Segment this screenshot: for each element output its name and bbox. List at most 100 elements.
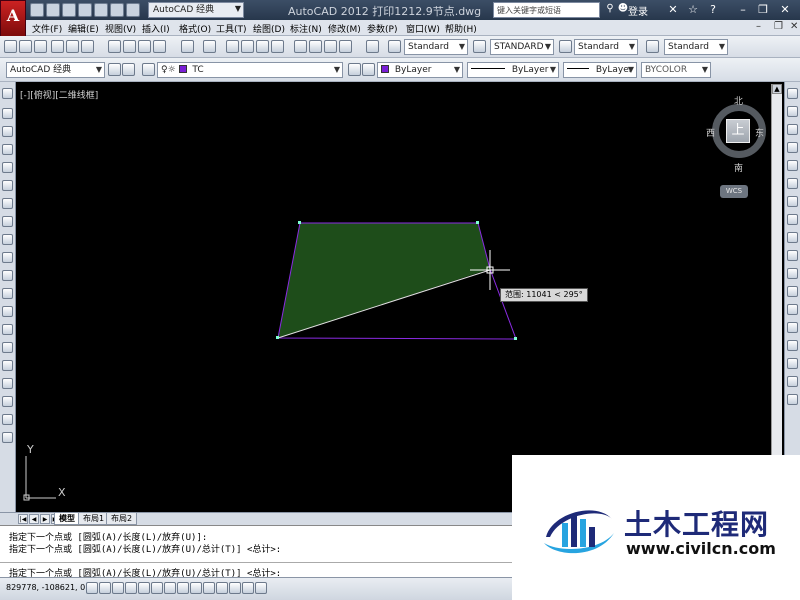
add-selected-icon[interactable]	[2, 432, 13, 443]
make-block-icon[interactable]	[2, 306, 13, 317]
join-icon[interactable]	[787, 322, 798, 333]
menu-file[interactable]: 文件(F)	[32, 22, 62, 35]
open-icon[interactable]	[46, 3, 60, 17]
doc-restore-icon[interactable]: ❐	[774, 21, 783, 32]
stretch-icon[interactable]	[787, 232, 798, 243]
restore-icon[interactable]: ❐	[756, 2, 770, 17]
search-icon[interactable]: ⚲	[604, 3, 616, 17]
help-icon[interactable]	[366, 40, 379, 53]
vertex-grip[interactable]	[276, 336, 279, 339]
viewport-controls-label[interactable]: [-][俯视][二维线框]	[20, 88, 98, 101]
zoom-realtime-icon[interactable]	[241, 40, 254, 53]
offset-icon[interactable]	[787, 142, 798, 153]
command-line-input[interactable]: 指定下一个点或 [圆弧(A)/长度(L)/放弃(U)/总计(T)] <总计>:	[0, 562, 512, 579]
workspace-switcher[interactable]: AutoCAD 经典 ▼	[148, 2, 244, 18]
blend-curves-icon[interactable]	[787, 376, 798, 387]
properties-icon[interactable]	[294, 40, 307, 53]
save-icon[interactable]	[34, 40, 47, 53]
insert-block-icon[interactable]	[2, 288, 13, 299]
point-icon[interactable]	[2, 324, 13, 335]
viewcube[interactable]: 上 北 南 东 西	[706, 94, 770, 174]
ortho-mode-icon[interactable]	[125, 582, 137, 594]
sheet-set-icon[interactable]	[339, 40, 352, 53]
mirror-icon[interactable]	[787, 124, 798, 135]
menu-format[interactable]: 格式(O)	[179, 22, 211, 35]
dynamic-input-icon[interactable]	[203, 582, 215, 594]
menu-view[interactable]: 视图(V)	[105, 22, 136, 35]
lineweight-select[interactable]: ByLayer ▼	[563, 62, 637, 78]
array-icon[interactable]	[787, 160, 798, 171]
star-icon[interactable]: ☆	[686, 2, 700, 17]
tab-layout2[interactable]: 布局2	[106, 513, 138, 525]
lock-icon[interactable]	[122, 63, 135, 76]
snap-mode-icon[interactable]	[99, 582, 111, 594]
dynamic-ucs-icon[interactable]	[190, 582, 202, 594]
line-icon[interactable]	[2, 88, 13, 99]
search-input[interactable]: 键入关键字或短语	[493, 2, 600, 18]
table-style-icon[interactable]	[559, 40, 572, 53]
lineweight-toggle-icon[interactable]	[216, 582, 228, 594]
mleader-style-icon[interactable]	[646, 40, 659, 53]
chamfer-icon[interactable]	[787, 340, 798, 351]
rotate-icon[interactable]	[787, 196, 798, 207]
polyline-icon[interactable]	[2, 126, 13, 137]
polygon-icon[interactable]	[2, 144, 13, 155]
vertex-grip[interactable]	[514, 337, 517, 340]
redo-icon[interactable]	[203, 40, 216, 53]
wcs-menu[interactable]: WCS	[720, 185, 748, 198]
gradient-icon[interactable]	[2, 360, 13, 371]
text-style-select[interactable]: Standard ▼	[404, 39, 468, 55]
minimize-icon[interactable]: –	[736, 2, 750, 17]
rectangle-icon[interactable]	[2, 162, 13, 173]
login-link[interactable]: 登录	[628, 3, 648, 18]
dim-style-icon[interactable]	[473, 40, 486, 53]
tool-palettes-icon[interactable]	[324, 40, 337, 53]
application-menu-button[interactable]: A	[0, 0, 26, 38]
selection-cycling-icon[interactable]	[255, 582, 267, 594]
workspace-settings-icon[interactable]	[108, 63, 121, 76]
vertex-grip[interactable]	[476, 221, 479, 224]
match-properties-icon[interactable]	[153, 40, 166, 53]
infer-constraints-icon[interactable]	[86, 582, 98, 594]
menu-edit[interactable]: 编辑(E)	[68, 22, 99, 35]
mtext-icon[interactable]	[2, 414, 13, 425]
compass-east[interactable]: 东	[755, 126, 764, 139]
menu-parametric[interactable]: 参数(P)	[367, 22, 397, 35]
polar-tracking-icon[interactable]	[138, 582, 150, 594]
object-snap-icon[interactable]	[151, 582, 163, 594]
ellipse-icon[interactable]	[2, 252, 13, 263]
qnew-icon[interactable]	[4, 40, 17, 53]
object-snap-tracking-icon[interactable]	[177, 582, 189, 594]
help-icon[interactable]: ?	[706, 2, 720, 17]
zoom-previous-icon[interactable]	[271, 40, 284, 53]
paste-icon[interactable]	[138, 40, 151, 53]
first-tab-icon[interactable]: |◀	[18, 514, 28, 524]
save-icon[interactable]	[62, 3, 76, 17]
menu-tools[interactable]: 工具(T)	[216, 22, 247, 35]
doc-close-icon[interactable]: ✕	[790, 21, 798, 32]
copy-icon[interactable]	[123, 40, 136, 53]
arc-icon[interactable]	[2, 180, 13, 191]
new-icon[interactable]	[30, 3, 44, 17]
extend-icon[interactable]	[787, 268, 798, 279]
ellipse-arc-icon[interactable]	[2, 270, 13, 281]
doc-minimize-icon[interactable]: –	[756, 21, 761, 32]
layer-properties-icon[interactable]	[142, 63, 155, 76]
pan-icon[interactable]	[226, 40, 239, 53]
break-icon[interactable]	[787, 304, 798, 315]
zoom-window-icon[interactable]	[256, 40, 269, 53]
layer-previous-icon[interactable]	[362, 63, 375, 76]
region-icon[interactable]	[2, 378, 13, 389]
explode-icon[interactable]	[787, 394, 798, 405]
spline-icon[interactable]	[2, 234, 13, 245]
grid-display-icon[interactable]	[112, 582, 124, 594]
vertical-scrollbar[interactable]: ▲ ▼	[771, 84, 782, 512]
drawing-canvas[interactable]	[16, 84, 771, 512]
revision-cloud-icon[interactable]	[2, 216, 13, 227]
undo-icon[interactable]	[181, 40, 194, 53]
menu-window[interactable]: 窗口(W)	[406, 22, 440, 35]
move-icon[interactable]	[787, 178, 798, 189]
menu-modify[interactable]: 修改(M)	[328, 22, 361, 35]
tab-layout1[interactable]: 布局1	[78, 513, 110, 525]
dim-style-select[interactable]: STANDARD ▼	[490, 39, 554, 55]
